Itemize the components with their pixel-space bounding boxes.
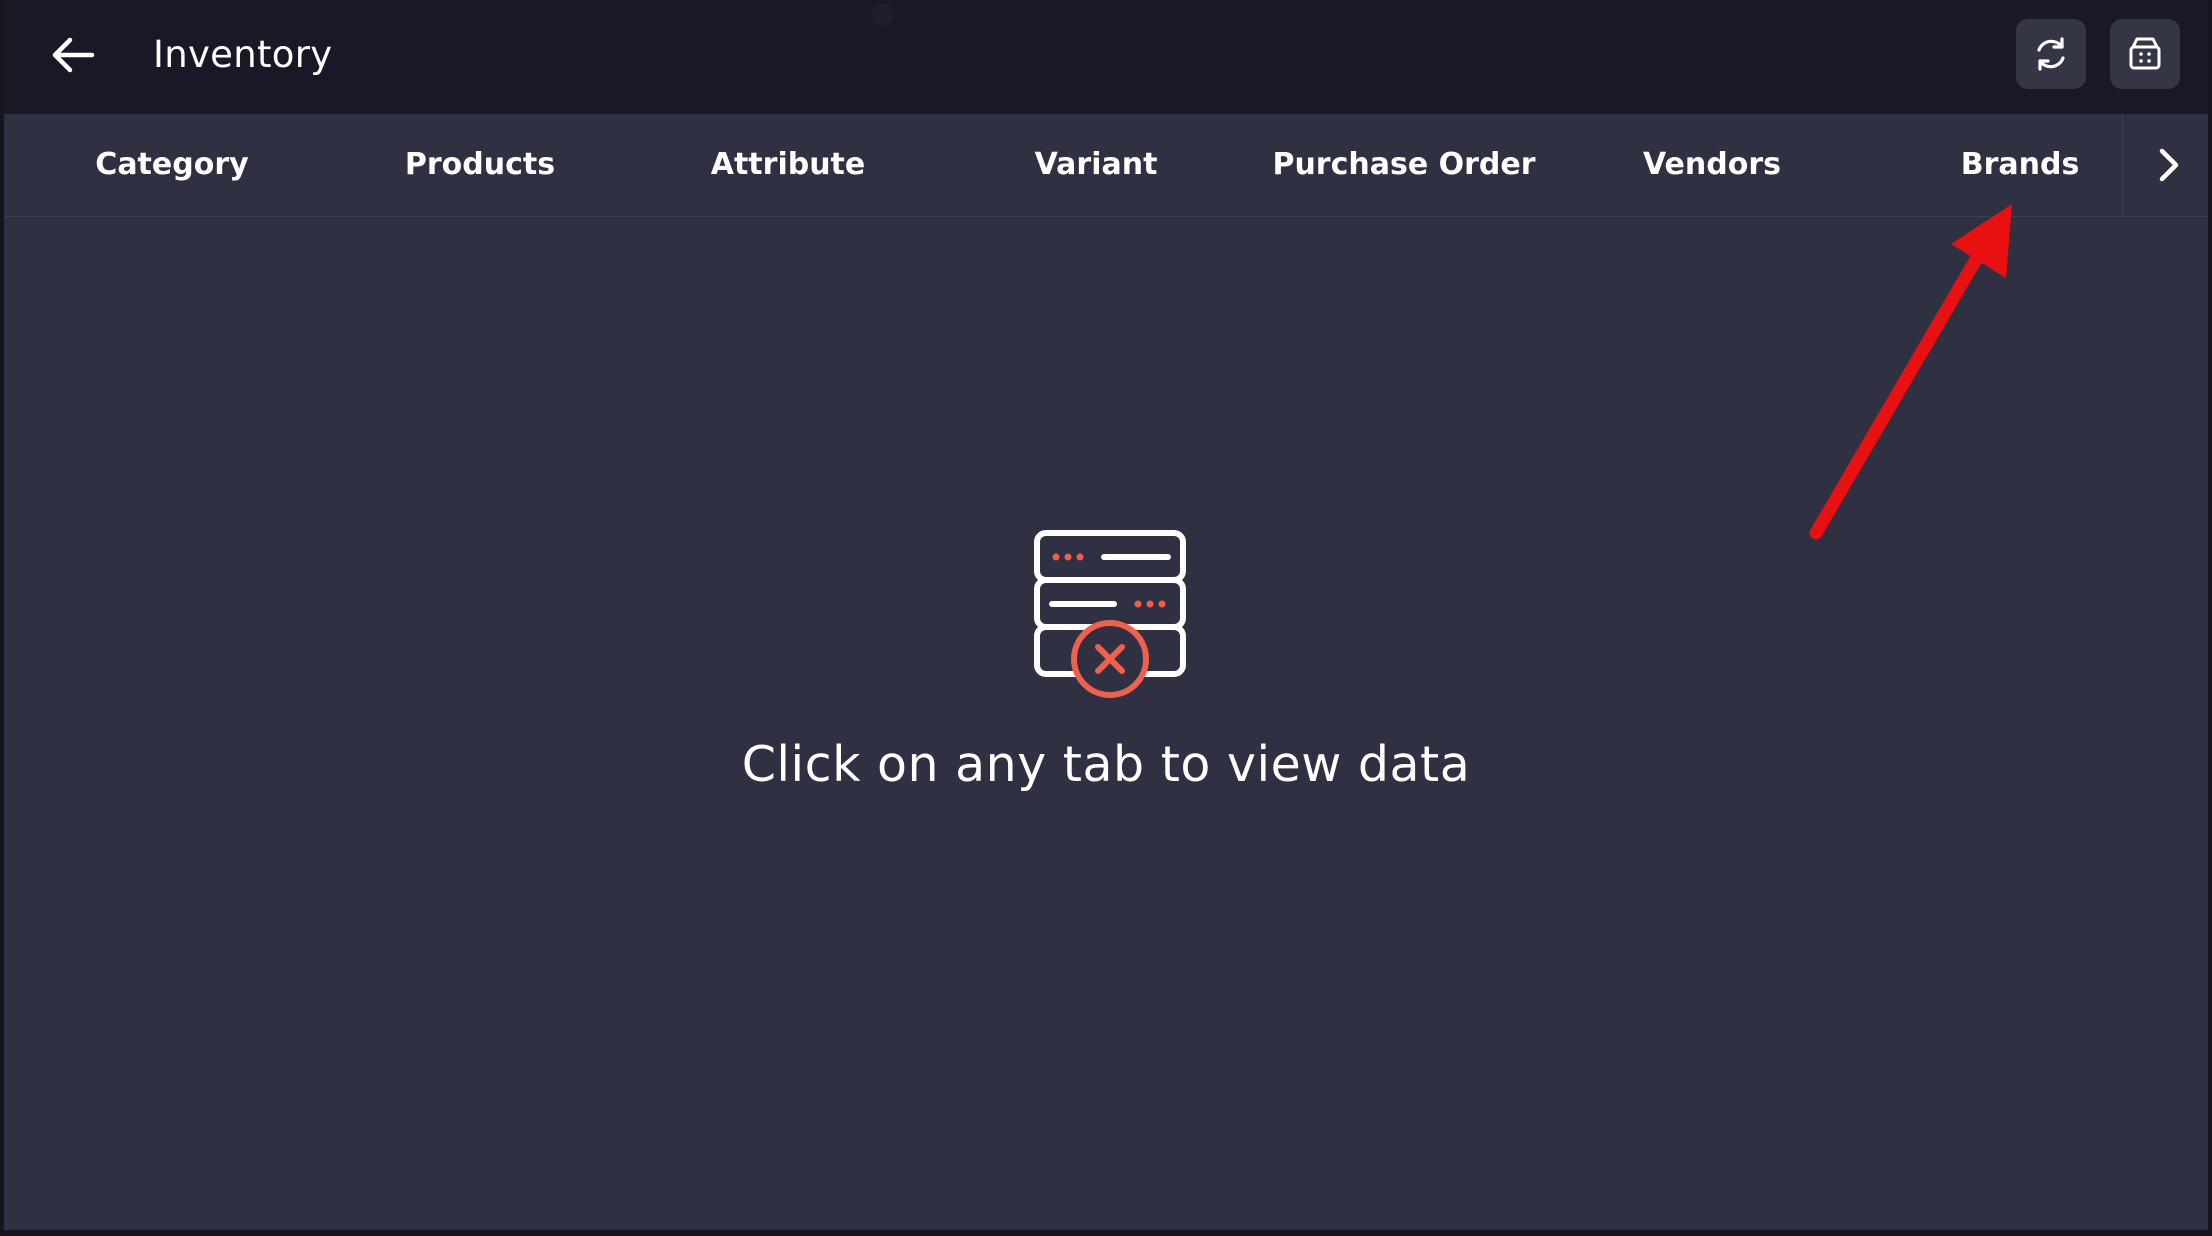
refresh-icon — [2037, 37, 2065, 71]
tab-purchase-order[interactable]: Purchase Order — [1254, 114, 1554, 216]
app-header: Inventory — [4, 0, 2208, 114]
store-icon — [2129, 37, 2161, 70]
tab-attribute[interactable]: Attribute — [638, 114, 938, 216]
tab-products[interactable]: Products — [330, 114, 630, 216]
arrow-left-icon — [52, 37, 95, 73]
tab-bar: Category Products Attribute Variant Purc… — [4, 114, 2208, 217]
inventory-screen: Inventory Category Products Attribute Va… — [0, 0, 2212, 1236]
page-title: Inventory — [153, 33, 333, 76]
tab-variant[interactable]: Variant — [946, 114, 1246, 216]
tab-vendors[interactable]: Vendors — [1562, 114, 1862, 216]
back-button[interactable] — [44, 26, 102, 84]
server-error-icon — [1034, 530, 1186, 698]
refresh-button[interactable] — [2016, 19, 2086, 89]
camera-notch — [872, 4, 894, 26]
store-button[interactable] — [2110, 19, 2180, 89]
chevron-right-icon — [2159, 148, 2178, 182]
tab-category[interactable]: Category — [22, 114, 322, 216]
empty-state-message: Click on any tab to view data — [741, 736, 1471, 793]
tabs-next-button[interactable] — [2122, 114, 2208, 216]
